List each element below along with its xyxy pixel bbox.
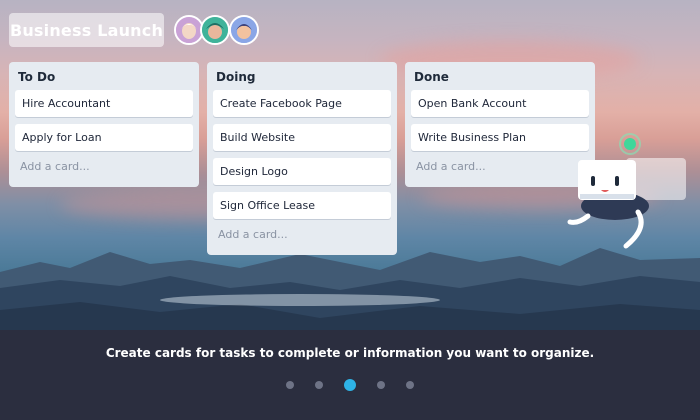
add-card-link[interactable]: Add a card... bbox=[15, 158, 193, 178]
list-to-do: To Do Hire Accountant Apply for Loan Add… bbox=[9, 62, 199, 187]
card-hire-accountant[interactable]: Hire Accountant bbox=[15, 90, 193, 117]
person-icon bbox=[176, 17, 202, 43]
add-card-link[interactable]: Add a card... bbox=[213, 226, 391, 246]
list-title: To Do bbox=[18, 70, 56, 84]
slide-pagination bbox=[0, 374, 700, 393]
card-build-website[interactable]: Build Website bbox=[213, 124, 391, 151]
onboarding-caption: Create cards for tasks to complete or in… bbox=[105, 346, 595, 360]
onboarding-footer: Create cards for tasks to complete or in… bbox=[0, 330, 700, 420]
member-avatar[interactable] bbox=[229, 15, 259, 45]
list-doing: Doing Create Facebook Page Build Website… bbox=[207, 62, 397, 255]
card-sign-office-lease[interactable]: Sign Office Lease bbox=[213, 192, 391, 219]
board-title[interactable]: Business Launch bbox=[9, 13, 164, 47]
pagination-dot[interactable] bbox=[314, 380, 323, 389]
person-icon bbox=[231, 17, 257, 43]
member-avatar[interactable] bbox=[200, 15, 230, 45]
card-apply-for-loan[interactable]: Apply for Loan bbox=[15, 124, 193, 151]
pagination-dot[interactable] bbox=[406, 380, 415, 389]
card-design-logo[interactable]: Design Logo bbox=[213, 158, 391, 185]
pagination-dot[interactable] bbox=[377, 380, 386, 389]
card-open-bank-account[interactable]: Open Bank Account bbox=[411, 90, 589, 117]
pagination-dot-active[interactable] bbox=[344, 378, 356, 391]
pagination-dot[interactable] bbox=[285, 380, 294, 389]
list-title: Done bbox=[414, 70, 449, 84]
list-title: Doing bbox=[216, 70, 256, 84]
person-icon bbox=[202, 17, 228, 43]
taco-mascot-icon bbox=[567, 133, 686, 249]
card-create-facebook-page[interactable]: Create Facebook Page bbox=[213, 90, 391, 117]
